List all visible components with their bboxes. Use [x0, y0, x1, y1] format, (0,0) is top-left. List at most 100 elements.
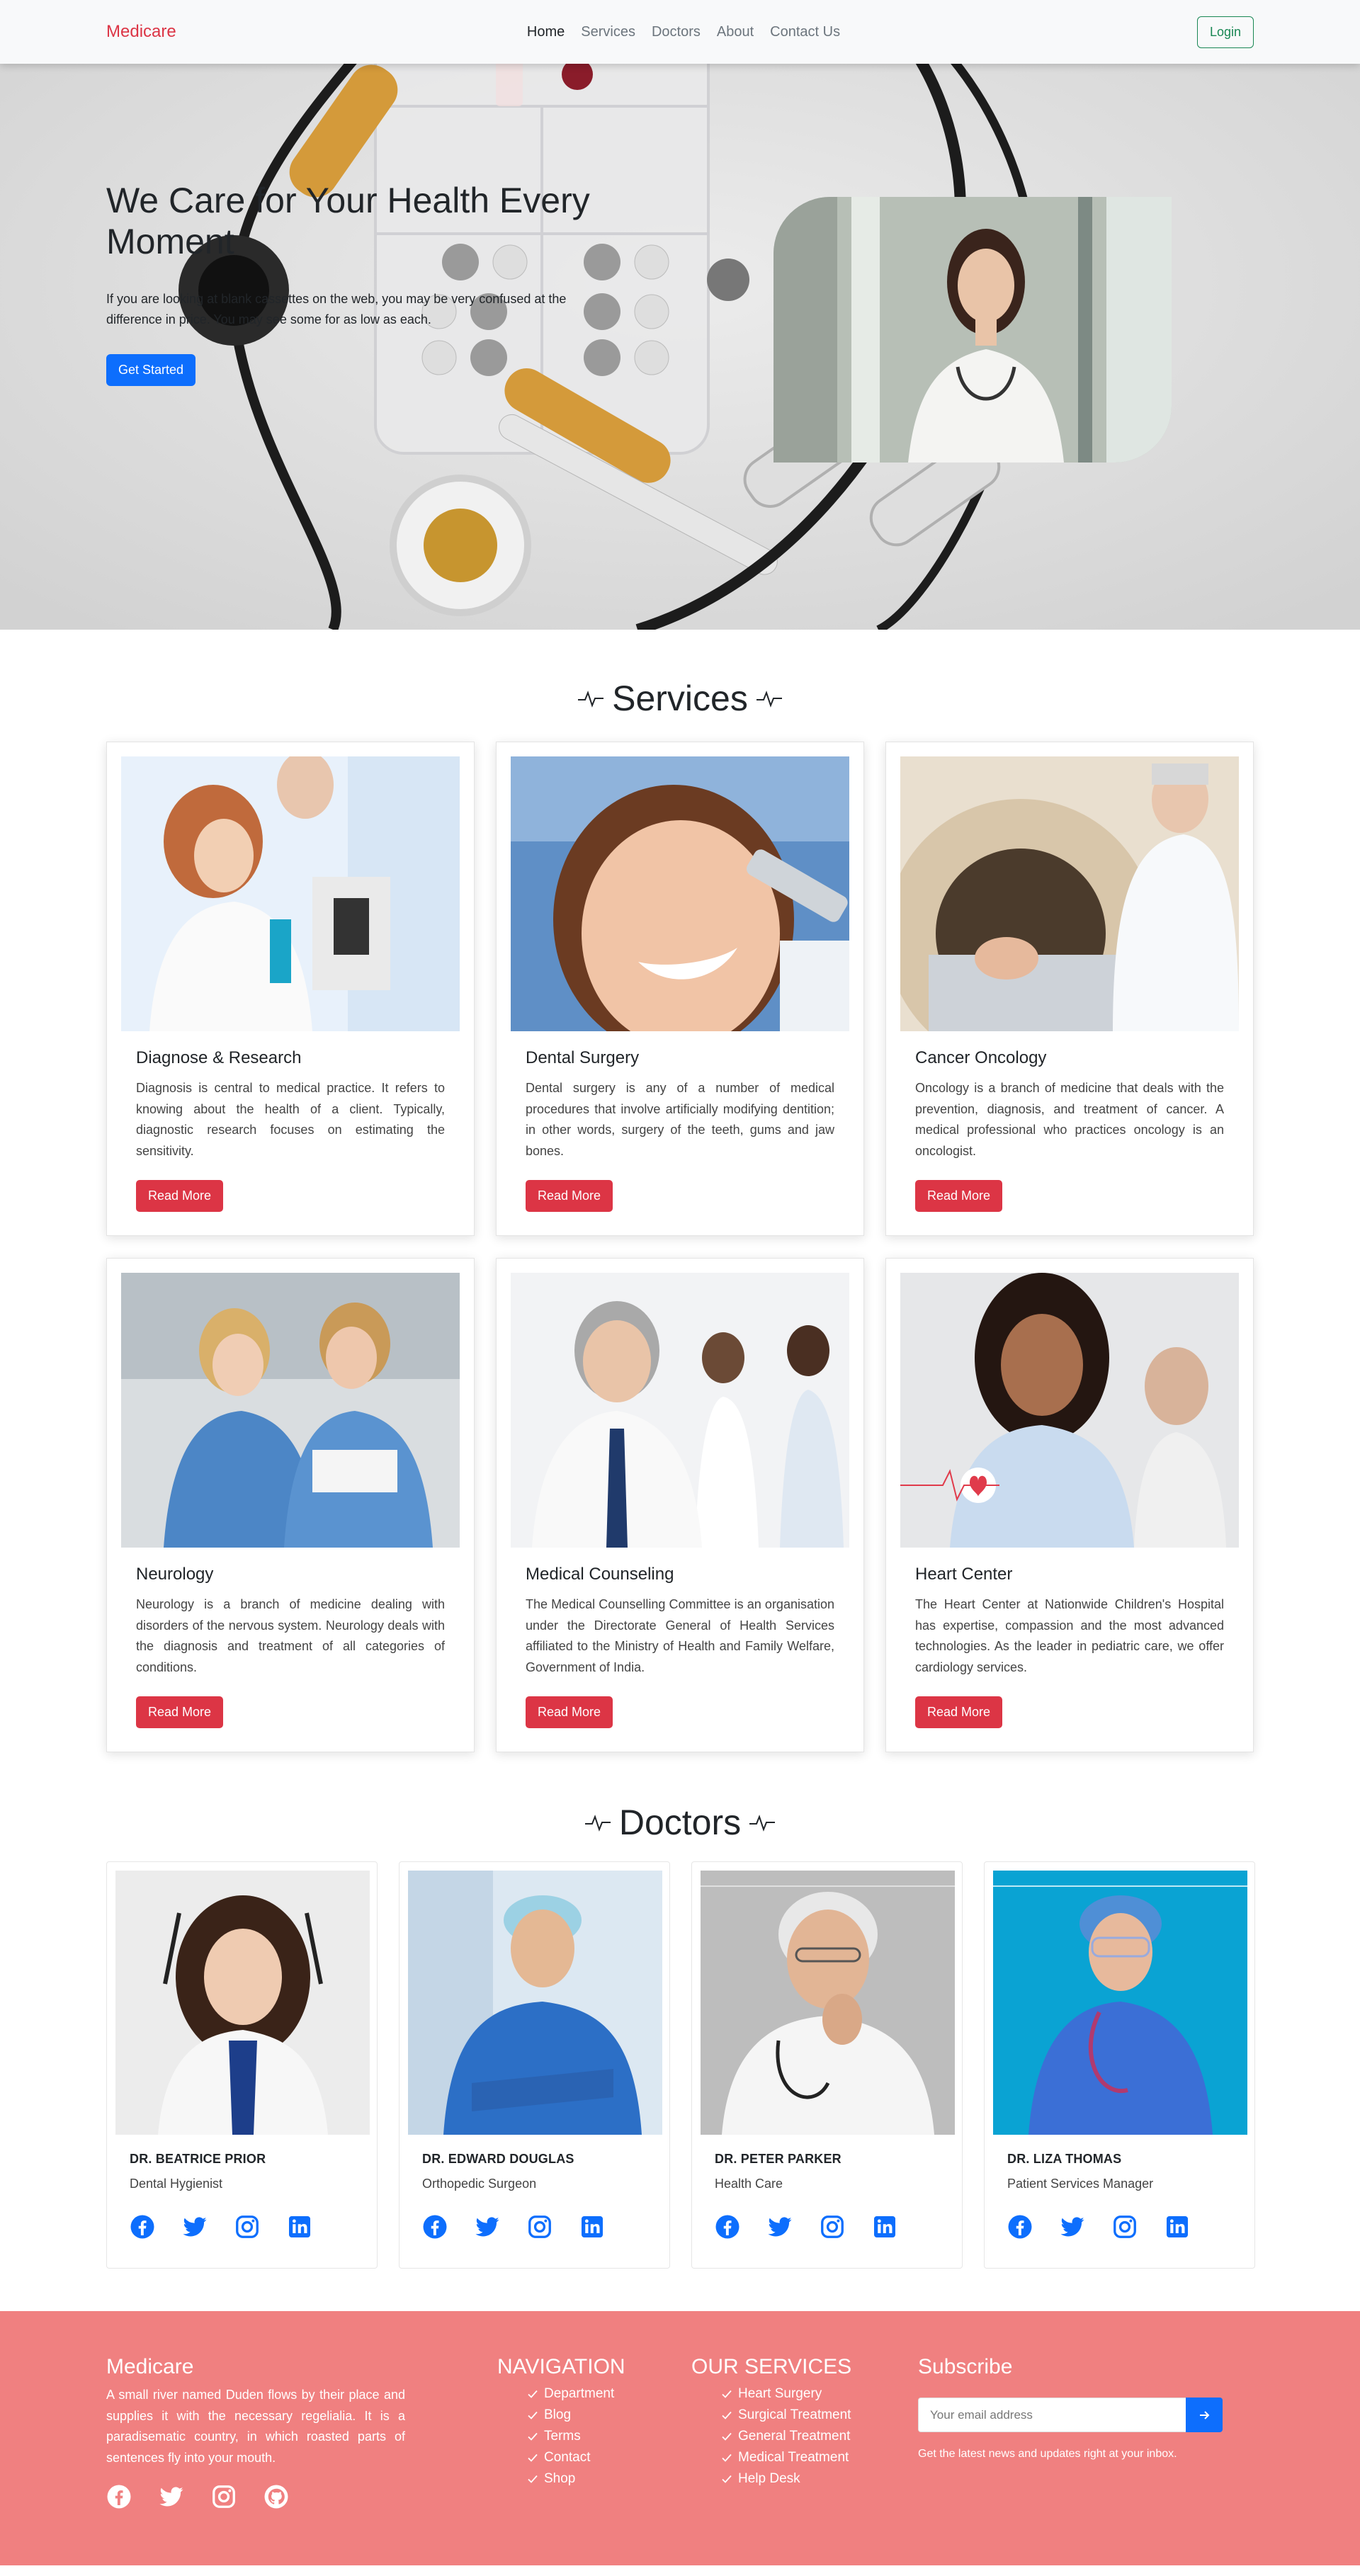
get-started-button[interactable]: Get Started	[106, 354, 196, 386]
footer-service-label: Medical Treatment	[738, 2450, 849, 2465]
login-button[interactable]: Login	[1196, 16, 1254, 48]
check-icon	[722, 2390, 732, 2398]
service-title: Medical Counseling	[526, 1565, 674, 1584]
doctor-social-links	[422, 2214, 661, 2240]
facebook-icon[interactable]	[130, 2214, 155, 2240]
heartbeat-icon	[749, 1815, 776, 1832]
services-section: Services Diagnose & Research Diagnosis i…	[0, 630, 1360, 1752]
twitter-icon[interactable]	[159, 2484, 184, 2509]
footer-service-label: Heart Surgery	[738, 2386, 822, 2401]
read-more-button[interactable]: Read More	[526, 1696, 613, 1728]
instagram-icon[interactable]	[1112, 2214, 1138, 2240]
service-description: The Medical Counselling Committee is an …	[526, 1597, 834, 1674]
instagram-icon[interactable]	[211, 2484, 237, 2509]
check-icon	[528, 2432, 538, 2441]
footer-nav-item[interactable]: Terms	[527, 2426, 691, 2447]
footer-nav-item[interactable]: Department	[527, 2383, 691, 2405]
nav-about[interactable]: About	[717, 24, 754, 40]
doctor-role: Dental Hygienist	[130, 2177, 223, 2191]
linkedin-icon[interactable]	[872, 2214, 897, 2240]
footer-about: Medicare A small river named Duden flows…	[106, 2355, 405, 2509]
nav-services[interactable]: Services	[581, 24, 635, 40]
footer: Medicare A small river named Duden flows…	[0, 2311, 1360, 2565]
service-image-dental	[511, 756, 849, 1031]
footer-service-item[interactable]: Medical Treatment	[721, 2447, 918, 2468]
nav-doctors[interactable]: Doctors	[652, 24, 701, 40]
footer-nav-title: NAVIGATION	[497, 2355, 625, 2378]
subscribe-button[interactable]	[1186, 2398, 1223, 2432]
twitter-icon[interactable]	[475, 2214, 500, 2240]
twitter-icon[interactable]	[1060, 2214, 1085, 2240]
facebook-icon[interactable]	[1007, 2214, 1033, 2240]
footer-nav-item[interactable]: Contact	[527, 2447, 691, 2468]
check-icon	[722, 2453, 732, 2462]
read-more-button[interactable]: Read More	[136, 1696, 224, 1728]
footer-navigation: NAVIGATION Department Blog Terms Contact…	[497, 2355, 691, 2509]
github-icon[interactable]	[264, 2484, 289, 2509]
footer-service-item[interactable]: Help Desk	[721, 2468, 918, 2490]
email-field[interactable]	[918, 2398, 1186, 2432]
read-more-button[interactable]: Read More	[915, 1696, 1003, 1728]
footer-service-label: General Treatment	[738, 2429, 851, 2444]
footer-nav-list: Department Blog Terms Contact Shop	[497, 2383, 691, 2490]
instagram-icon[interactable]	[234, 2214, 260, 2240]
nav-contact[interactable]: Contact Us	[770, 24, 840, 40]
read-more-button[interactable]: Read More	[915, 1180, 1003, 1212]
twitter-icon[interactable]	[182, 2214, 208, 2240]
facebook-icon[interactable]	[422, 2214, 448, 2240]
nav-links: Home Services Doctors About Contact Us	[106, 0, 1254, 64]
doctor-photo	[701, 1871, 955, 2135]
service-description: Oncology is a branch of medicine that de…	[915, 1081, 1224, 1158]
doctor-name: DR. LIZA THOMAS	[1007, 2152, 1122, 2166]
nav-home[interactable]: Home	[527, 24, 565, 40]
twitter-icon[interactable]	[767, 2214, 793, 2240]
doctor-card: DR. BEATRICE PRIOR Dental Hygienist	[106, 1861, 378, 2269]
check-icon	[722, 2411, 732, 2419]
check-icon	[528, 2390, 538, 2398]
heartbeat-icon	[578, 691, 604, 708]
service-image-lab-research	[121, 756, 460, 1031]
hero-text-block: We Care for Your Health Every Moment If …	[106, 180, 623, 386]
footer-nav-item[interactable]: Shop	[527, 2468, 691, 2490]
service-card: Dental Surgery Dental surgery is any of …	[496, 742, 864, 1236]
doctors-heading: Doctors	[106, 1802, 1254, 1843]
read-more-button[interactable]: Read More	[136, 1180, 224, 1212]
hero-title: We Care for Your Health Every Moment	[106, 181, 590, 261]
service-card: Medical Counseling The Medical Counselli…	[496, 1258, 864, 1752]
doctor-role: Health Care	[715, 2177, 783, 2191]
footer-nav-label: Shop	[544, 2471, 576, 2486]
instagram-icon[interactable]	[820, 2214, 845, 2240]
service-title: Cancer Oncology	[915, 1048, 1047, 1067]
footer-services-title: OUR SERVICES	[691, 2355, 852, 2378]
read-more-button[interactable]: Read More	[526, 1180, 613, 1212]
footer-services: OUR SERVICES Heart Surgery Surgical Trea…	[691, 2355, 918, 2509]
doctor-photo	[993, 1871, 1247, 2135]
footer-service-item[interactable]: Surgical Treatment	[721, 2405, 918, 2426]
service-card: Cancer Oncology Oncology is a branch of …	[885, 742, 1254, 1236]
service-image-oncology	[900, 756, 1239, 1031]
heartbeat-icon	[756, 691, 782, 708]
service-description: Dental surgery is any of a number of med…	[526, 1081, 834, 1158]
footer-nav-label: Department	[544, 2386, 615, 2401]
linkedin-icon[interactable]	[287, 2214, 312, 2240]
doctor-social-links	[1007, 2214, 1246, 2240]
footer-about-text: A small river named Duden flows by their…	[106, 2388, 405, 2465]
footer-brand: Medicare	[106, 2355, 194, 2378]
footer-services-list: Heart Surgery Surgical Treatment General…	[691, 2383, 918, 2490]
footer-nav-label: Terms	[544, 2429, 581, 2444]
doctor-social-links	[130, 2214, 368, 2240]
linkedin-icon[interactable]	[579, 2214, 605, 2240]
service-description: The Heart Center at Nationwide Children'…	[915, 1597, 1224, 1674]
footer-service-label: Surgical Treatment	[738, 2407, 851, 2422]
facebook-icon[interactable]	[106, 2484, 132, 2509]
doctor-role: Orthopedic Surgeon	[422, 2177, 537, 2191]
linkedin-icon[interactable]	[1164, 2214, 1190, 2240]
footer-service-item[interactable]: Heart Surgery	[721, 2383, 918, 2405]
doctors-grid: DR. BEATRICE PRIOR Dental Hygienist DR. …	[106, 1861, 1255, 2269]
instagram-icon[interactable]	[527, 2214, 552, 2240]
services-title: Services	[612, 679, 748, 718]
facebook-icon[interactable]	[715, 2214, 740, 2240]
footer-nav-item[interactable]: Blog	[527, 2405, 691, 2426]
doctor-photo	[115, 1871, 370, 2135]
footer-service-item[interactable]: General Treatment	[721, 2426, 918, 2447]
